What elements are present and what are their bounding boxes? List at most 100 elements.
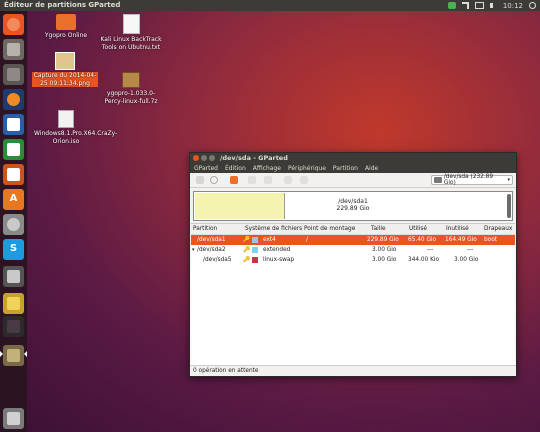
- expander-down-icon[interactable]: ▾: [192, 247, 195, 253]
- paste-icon[interactable]: [264, 176, 272, 184]
- launcher-impress-icon[interactable]: [3, 164, 24, 185]
- window-titlebar[interactable]: /dev/sda - GParted: [190, 153, 516, 163]
- cell-partition: /dev/sda1: [197, 236, 226, 243]
- menu-bar: GParted Édition Affichage Périphérique P…: [190, 163, 516, 173]
- launcher-notes-icon[interactable]: [3, 293, 24, 314]
- launcher-firefox-icon[interactable]: [3, 89, 24, 110]
- pending-operations-status: 0 opération en attente: [193, 367, 259, 374]
- launcher-software-center-icon[interactable]: A: [3, 189, 24, 210]
- table-row[interactable]: /dev/sda1 🔑 ext4 / 229.89 Gio 65.40 Gio …: [191, 235, 515, 245]
- menu-peripherique[interactable]: Périphérique: [288, 165, 326, 172]
- device-selector-label: /dev/sda (232.89 Gio): [443, 174, 494, 186]
- maximize-icon[interactable]: [209, 155, 215, 161]
- launcher-files-icon[interactable]: [3, 64, 24, 85]
- fs-color-swatch: [252, 257, 258, 263]
- new-icon[interactable]: [196, 176, 204, 184]
- focused-indicator-icon: [24, 351, 27, 357]
- launcher-calc-icon[interactable]: [3, 139, 24, 160]
- desktop-icon-label: Ygopro Online: [44, 32, 88, 39]
- disk-graph-label: /dev/sda1 229.89 Gio: [194, 198, 512, 212]
- chevron-down-icon: ▾: [507, 177, 510, 183]
- disk-partition-size: 229.89 Gio: [336, 205, 370, 212]
- col-size[interactable]: Taille: [371, 226, 386, 232]
- col-filesystem[interactable]: Système de fichiers: [245, 226, 302, 232]
- cell-unused: ---: [467, 246, 474, 253]
- delete-icon[interactable]: [210, 176, 218, 184]
- resize-icon[interactable]: [230, 176, 238, 184]
- keyboard-icon[interactable]: [474, 2, 484, 9]
- device-selector[interactable]: /dev/sda (232.89 Gio) ▾: [431, 174, 513, 186]
- apply-icon[interactable]: [300, 176, 308, 184]
- disc-image-icon: [58, 110, 74, 128]
- launcher-settings-icon[interactable]: [3, 214, 24, 235]
- desktop-icon-label: Capture du 2014-04-25 09:11:34.png: [32, 72, 98, 87]
- col-unused[interactable]: Inutilisé: [446, 226, 469, 232]
- cell-filesystem: ext4: [263, 236, 276, 243]
- network-icon[interactable]: [461, 2, 469, 9]
- disk-graph-scrollbar[interactable]: [507, 194, 511, 218]
- update-icon[interactable]: [447, 2, 456, 9]
- top-panel: Éditeur de partitions GParted 10:12: [0, 0, 540, 11]
- col-mountpoint[interactable]: Point de montage: [304, 226, 355, 232]
- gear-icon[interactable]: [529, 2, 536, 9]
- launcher-skype-icon[interactable]: S: [3, 239, 24, 260]
- status-bar: 0 opération en attente: [190, 365, 516, 376]
- fs-color-swatch: [252, 247, 258, 253]
- folder-icon: [56, 14, 76, 30]
- cell-partition: /dev/sda2: [197, 246, 226, 253]
- gparted-window: /dev/sda - GParted GParted Édition Affic…: [189, 152, 517, 377]
- fs-color-swatch: [252, 237, 258, 243]
- desktop-icon-capture-png[interactable]: Capture du 2014-04-25 09:11:34.png: [32, 52, 98, 87]
- minimize-icon[interactable]: [201, 155, 207, 161]
- cell-used: ---: [427, 246, 434, 253]
- cell-partition: /dev/sda5: [203, 256, 232, 263]
- launcher-writer-icon[interactable]: [3, 114, 24, 135]
- table-header: Partition Système de fichiers Point de m…: [191, 224, 515, 235]
- menu-partition[interactable]: Partition: [333, 165, 358, 172]
- volume-icon[interactable]: [489, 3, 497, 8]
- desktop-icon-label: Windows8.1.Pro.X64.CraZy-Orion.iso: [34, 130, 118, 145]
- menu-aide[interactable]: Aide: [365, 165, 378, 172]
- cell-used: 344.00 Kio: [408, 256, 440, 263]
- col-used[interactable]: Utilisé: [409, 226, 427, 232]
- key-icon: 🔑: [243, 256, 251, 263]
- disk-partition-name: /dev/sda1: [338, 198, 368, 205]
- menu-affichage[interactable]: Affichage: [253, 165, 281, 172]
- col-flags[interactable]: Drapeaux: [484, 226, 512, 232]
- cell-size: 229.89 Gio: [367, 236, 399, 243]
- desktop-icon-label: ygopro-1.033.0-Percy-linux-full.7z: [104, 90, 158, 105]
- desktop-icon-label: Kali Linux BackTrack Tools on Ubutnu.txt: [100, 36, 162, 51]
- close-icon[interactable]: [193, 155, 199, 161]
- clock[interactable]: 10:12: [503, 2, 523, 10]
- menu-edition[interactable]: Édition: [225, 165, 246, 172]
- launcher-dash-icon[interactable]: [3, 14, 24, 35]
- launcher-folder-icon[interactable]: [3, 39, 24, 60]
- desktop-icon-kali-txt[interactable]: Kali Linux BackTrack Tools on Ubutnu.txt: [100, 14, 162, 51]
- desktop-icon-windows-iso[interactable]: Windows8.1.Pro.X64.CraZy-Orion.iso: [34, 110, 118, 145]
- table-row[interactable]: ▾ /dev/sda2 🔑 extended 3.00 Gio --- ---: [191, 245, 515, 255]
- cell-filesystem: extended: [263, 246, 291, 253]
- col-partition[interactable]: Partition: [193, 226, 217, 232]
- cell-filesystem: linux-swap: [263, 256, 295, 263]
- toolbar: /dev/sda (232.89 Gio) ▾: [190, 173, 516, 188]
- launcher: A S: [0, 11, 27, 432]
- key-icon: 🔑: [243, 236, 251, 243]
- launcher-drive-icon[interactable]: [3, 266, 24, 287]
- cell-mountpoint: /: [306, 236, 308, 243]
- partition-table: Partition Système de fichiers Point de m…: [191, 223, 515, 365]
- launcher-gparted-icon[interactable]: [3, 345, 24, 366]
- copy-icon[interactable]: [248, 176, 256, 184]
- key-icon: 🔑: [243, 246, 251, 253]
- menu-gparted[interactable]: GParted: [194, 165, 218, 172]
- active-app-title: Éditeur de partitions GParted: [4, 1, 121, 9]
- desktop-icon-ygopro-7z[interactable]: ygopro-1.033.0-Percy-linux-full.7z: [100, 72, 162, 105]
- undo-icon[interactable]: [284, 176, 292, 184]
- table-row[interactable]: /dev/sda5 🔑 linux-swap 3.00 Gio 344.00 K…: [191, 255, 515, 265]
- disk-graph[interactable]: /dev/sda1 229.89 Gio: [193, 191, 513, 221]
- archive-icon: [122, 72, 140, 88]
- launcher-terminal-icon[interactable]: [3, 316, 24, 337]
- desktop-icon-ygopro[interactable]: Ygopro Online: [38, 14, 94, 40]
- cell-flags: boot: [484, 236, 498, 243]
- cell-unused: 3.00 Gio: [454, 256, 479, 263]
- launcher-trash-icon[interactable]: [3, 408, 24, 429]
